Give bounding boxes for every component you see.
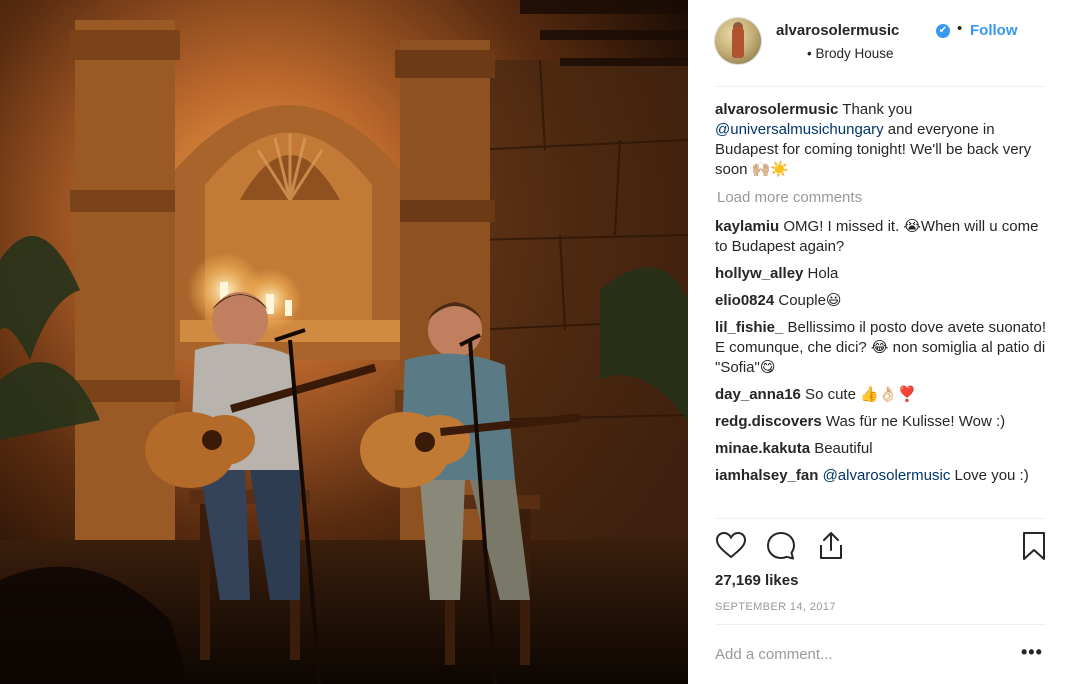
load-more-comments-button[interactable]: Load more comments <box>717 188 1050 208</box>
divider <box>715 86 1046 87</box>
caption-mention[interactable]: @universalmusichungary <box>715 121 884 138</box>
comment-item: redg.discovers Was für ne Kulisse! Wow :… <box>715 412 1050 432</box>
comment-text: Couple😃 <box>774 292 842 309</box>
post-date[interactable]: SEPTEMBER 14, 2017 <box>715 601 836 613</box>
comment-item: kaylamiu OMG! I missed it. 😭When will u … <box>715 217 1050 257</box>
comment-item: minae.kakuta Beautiful <box>715 439 1050 459</box>
comment-username[interactable]: lil_fishie_ <box>715 319 783 336</box>
comment-username[interactable]: elio0824 <box>715 292 774 309</box>
divider <box>715 518 1046 519</box>
comment-text: Was für ne Kulisse! Wow :) <box>821 413 1006 430</box>
avatar[interactable] <box>715 18 761 64</box>
comment-username[interactable]: iamhalsey_fan <box>715 467 818 484</box>
divider <box>715 624 1046 625</box>
comment-text: So cute 👍👌🏻❣️ <box>800 386 917 403</box>
caption-text-1: Thank you <box>838 101 913 118</box>
caption-username[interactable]: alvarosolermusic <box>715 101 838 118</box>
comment-text: Beautiful <box>810 440 873 457</box>
comment-item: lil_fishie_ Bellissimo il posto dove ave… <box>715 318 1050 378</box>
comment-username[interactable]: minae.kakuta <box>715 440 810 457</box>
action-bar <box>715 530 1046 564</box>
concert-photo-image <box>0 0 688 684</box>
location-dot: • <box>807 46 812 61</box>
likes-count[interactable]: 27,169 likes <box>715 572 798 589</box>
comment-text: Hola <box>803 265 839 282</box>
bookmark-icon[interactable] <box>1018 530 1050 562</box>
comment-icon[interactable] <box>765 530 797 562</box>
comment-item: elio0824 Couple😃 <box>715 291 1050 311</box>
follow-button[interactable]: Follow <box>970 22 1018 39</box>
heart-icon[interactable] <box>715 530 747 562</box>
post-header: alvarosolermusic ✔ • Follow • Brody Hous… <box>715 18 1045 66</box>
header-username[interactable]: alvarosolermusic <box>776 22 899 39</box>
comment-item: hollyw_alley Hola <box>715 264 1050 284</box>
comment-text: Love you :) <box>950 467 1029 484</box>
comment-username[interactable]: redg.discovers <box>715 413 822 430</box>
more-options-icon[interactable]: ••• <box>1021 642 1043 663</box>
header-separator: • <box>957 20 963 37</box>
add-comment-input[interactable] <box>715 646 995 663</box>
post-sidebar: alvarosolermusic ✔ • Follow • Brody Hous… <box>688 0 1071 684</box>
share-icon[interactable] <box>815 530 847 562</box>
comment-username[interactable]: hollyw_alley <box>715 265 803 282</box>
comment-mention[interactable]: @alvarosolermusic <box>823 467 951 484</box>
comments-list[interactable]: alvarosolermusic Thank you @universalmus… <box>715 100 1050 518</box>
comment-item: day_anna16 So cute 👍👌🏻❣️ <box>715 385 1050 405</box>
location-label: Brody House <box>815 46 894 61</box>
avatar-figure-shape <box>732 26 744 58</box>
post-photo[interactable] <box>0 0 688 684</box>
comment-item: iamhalsey_fan @alvarosolermusic Love you… <box>715 466 1050 486</box>
comment-username[interactable]: day_anna16 <box>715 386 801 403</box>
location-link[interactable]: • Brody House <box>807 46 894 61</box>
verified-badge-icon: ✔ <box>936 24 950 38</box>
comment-username[interactable]: kaylamiu <box>715 218 779 235</box>
caption: alvarosolermusic Thank you @universalmus… <box>715 100 1050 180</box>
